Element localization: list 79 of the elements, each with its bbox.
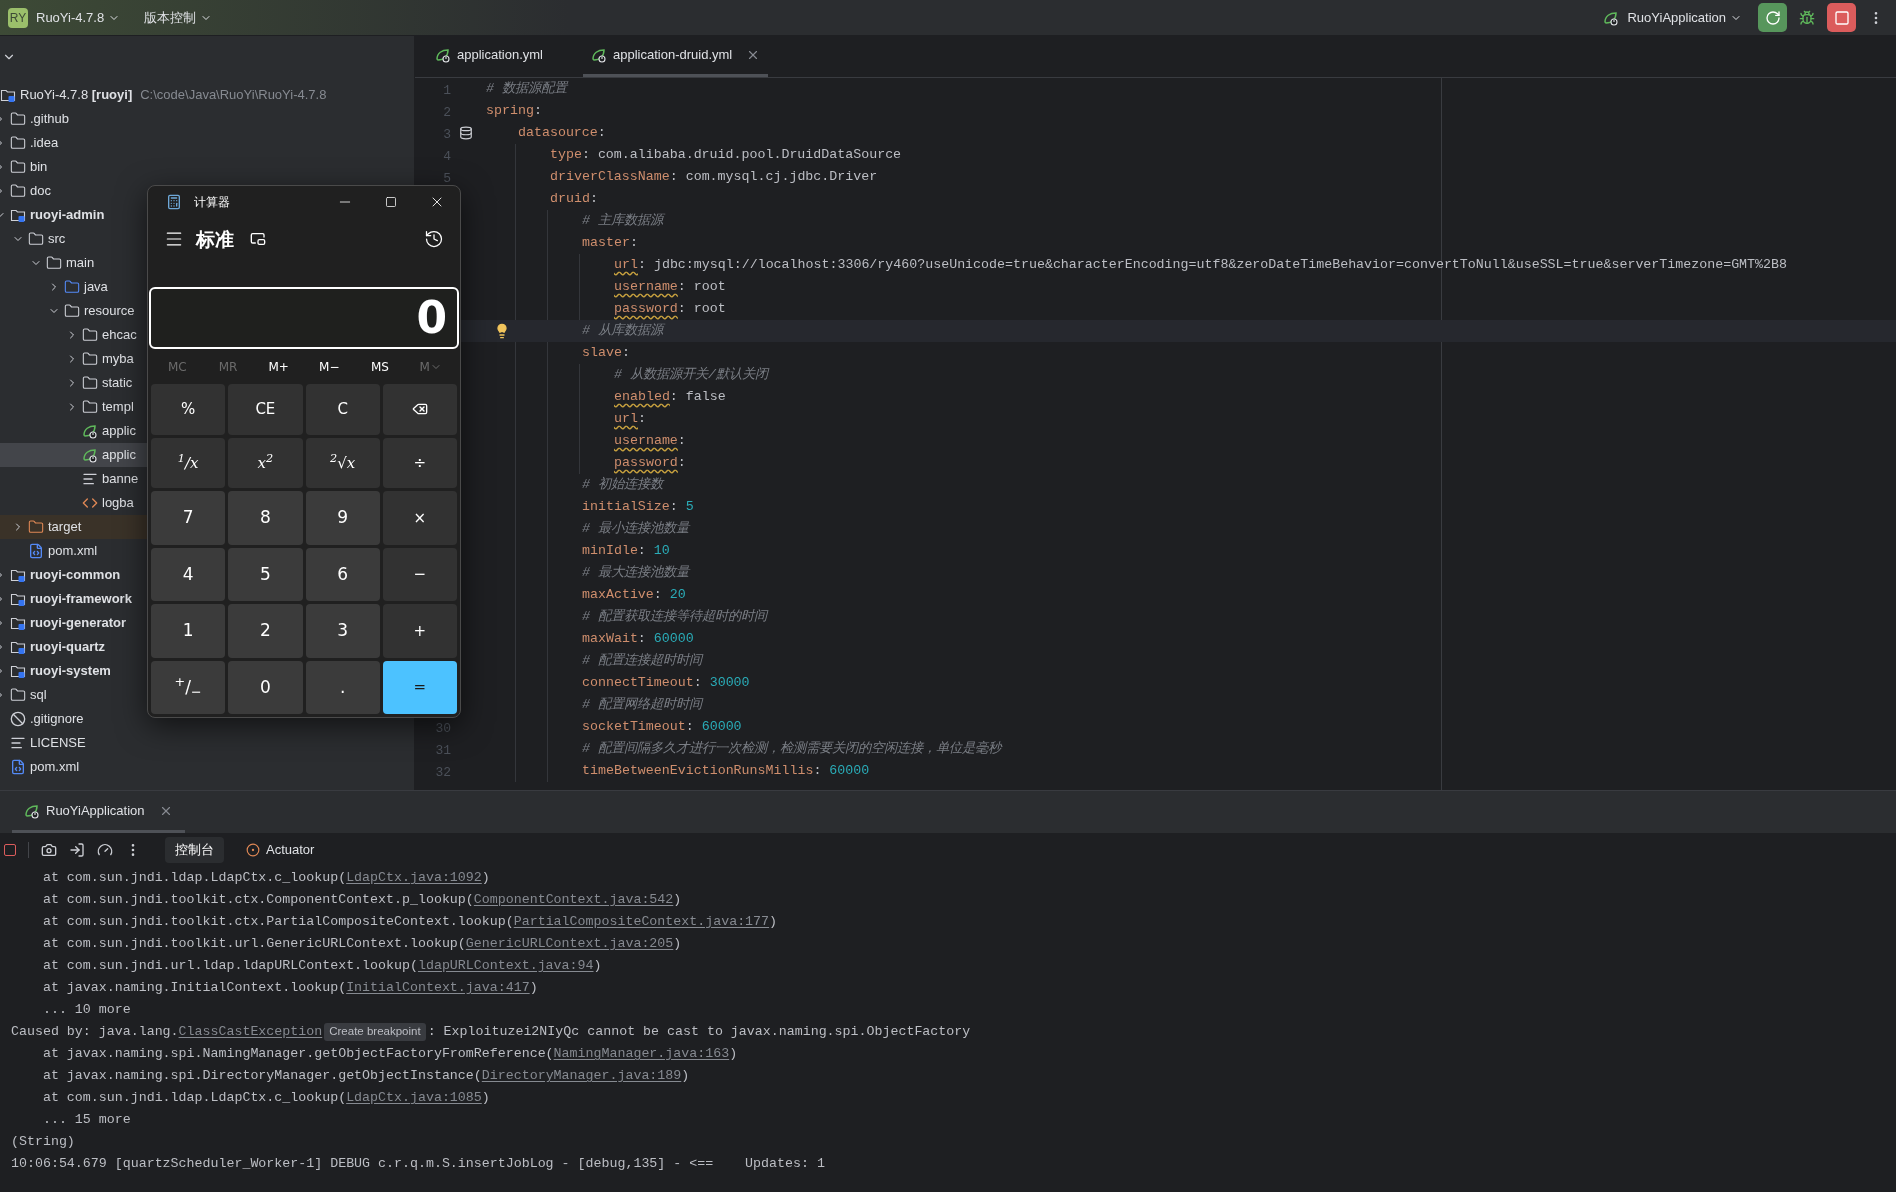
console-line: at com.sun.jndi.url.ldap.ldapURLContext.lookup(ldapURLContext.java:94) xyxy=(41,955,603,977)
code-line: initialSize: 5 xyxy=(582,498,694,517)
display-value: 0 xyxy=(416,296,447,340)
code-line: # 配置间隔多久才进行一次检测，检测需要关闭的空闲连接，单位是毫秒 xyxy=(582,740,1001,759)
code-line: username: root xyxy=(614,278,726,297)
console-line: ... 10 more xyxy=(41,1001,132,1020)
code-line: # 最小连接池数量 xyxy=(582,520,689,539)
tree-item-label: myba xyxy=(102,350,134,369)
tree-item-label: applic xyxy=(102,446,136,465)
tree-item-label: main xyxy=(66,254,95,273)
code-line: # 配置获取连接等待超时的时间 xyxy=(582,608,767,627)
code-line: username: xyxy=(614,432,686,451)
code-line: # 配置网络超时时间 xyxy=(582,696,702,715)
tree-item-label: sql xyxy=(30,686,47,705)
tree-item-label: applic xyxy=(102,422,136,441)
console-line: (String) xyxy=(11,1133,76,1152)
tree-item-label: ruoyi-quartz xyxy=(30,638,106,657)
console-line: at com.sun.jndi.ldap.LdapCtx.c_lookup(LdapCtx.java:1085) xyxy=(41,1087,491,1109)
code-line: socketTimeout: 60000 xyxy=(582,718,742,737)
tree-item-label: banne xyxy=(102,470,139,489)
console-line: ... 15 more xyxy=(41,1111,132,1130)
tree-item-label: ruoyi-generator xyxy=(30,614,127,633)
tree-item-label: resource xyxy=(84,302,135,321)
console-line: at javax.naming.spi.NamingManager.getObjectFactoryFromReference(NamingManager.java:163) xyxy=(41,1043,739,1065)
code-line: connectTimeout: 30000 xyxy=(582,674,750,693)
console-line: at javax.naming.spi.DirectoryManager.getObjectInstance(DirectoryManager.java:189) xyxy=(41,1065,691,1087)
tree-item-label: .idea xyxy=(30,134,59,153)
code-line: druid: xyxy=(550,190,598,209)
code-line: minIdle: 10 xyxy=(582,542,670,561)
project-path: C:\code\Java\RuoYi\RuoYi-4.7.8 xyxy=(140,86,327,105)
tree-item-label: bin xyxy=(30,158,48,177)
tree-item-label: pom.xml xyxy=(30,758,80,777)
tree-item-label: .github xyxy=(30,110,70,129)
code-line: driverClassName: com.mysql.cj.jdbc.Driver xyxy=(550,168,878,187)
code-line: # 配置连接超时时间 xyxy=(582,652,702,671)
tree-item-label: RuoYi-4.7.8 [ruoyi] xyxy=(20,86,133,105)
code-line: timeBetweenEvictionRunsMillis: 60000 xyxy=(582,762,870,781)
tree-item-label: ruoyi-common xyxy=(30,566,121,585)
tree-item-label: target xyxy=(48,518,82,537)
code-line: enabled: false xyxy=(614,388,726,407)
console-line: at javax.naming.InitialContext.lookup(InitialContext.java:417) xyxy=(41,977,539,999)
tree-item-label: ruoyi-system xyxy=(30,662,111,681)
code-line: maxActive: 20 xyxy=(582,586,686,605)
code-line: password: root xyxy=(614,300,726,319)
console-line: Caused by: java.lang.ClassCastException Create breakpoint : Exploituzei2NIyQc cannot be cast to javax.naming.spi.ObjectFactory xyxy=(11,1021,972,1043)
console-line: at com.sun.jndi.toolkit.ctx.PartialCompositeContext.lookup(PartialCompositeContext.java:177) xyxy=(41,911,779,933)
code-line: # 主库数据源 xyxy=(582,212,663,231)
tree-item-label: pom.xml xyxy=(48,542,98,561)
console-line: 10:06:54.679 [quartzScheduler_Worker-1] DEBUG c.r.q.m.S.insertJobLog - [debug,135] - <== Updates: 1 xyxy=(11,1155,826,1174)
code-line: # 从库数据源 xyxy=(582,322,663,341)
tree-item-label: .gitignore xyxy=(30,710,84,729)
code-line: # 初始连接数 xyxy=(582,476,663,495)
code-line: datasource: xyxy=(518,124,606,143)
code-line: maxWait: 60000 xyxy=(582,630,694,649)
tree-item-label: src xyxy=(48,230,66,249)
code-line: # 从数据源开关/默认关闭 xyxy=(614,366,768,385)
code-line: url: xyxy=(614,410,646,429)
tree-item-label: logba xyxy=(102,494,134,513)
code-line: slave: xyxy=(582,344,630,363)
console-line: at com.sun.jndi.ldap.LdapCtx.c_lookup(LdapCtx.java:1092) xyxy=(41,867,491,889)
console-line: at com.sun.jndi.toolkit.ctx.ComponentContext.p_lookup(ComponentContext.java:542) xyxy=(41,889,683,911)
tree-item-label: java xyxy=(84,278,108,297)
code-line: url: jdbc:mysql://localhost:3306/ry460?useUnicode=true&characterEncoding=utf8&zeroDateTimeBehavior=convertToNull&useSSL=true&serverTimezone=GMT%2B8 xyxy=(614,256,1787,275)
code-line: password: xyxy=(614,454,686,473)
tree-item-label: ruoyi-admin xyxy=(30,206,105,225)
console-line: at com.sun.jndi.toolkit.url.GenericURLContext.lookup(GenericURLContext.java:205) xyxy=(41,933,683,955)
tree-item-label: doc xyxy=(30,182,51,201)
code-line: master: xyxy=(582,234,638,253)
code-line: type: com.alibaba.druid.pool.DruidDataSource xyxy=(550,146,902,165)
code-line: # 最大连接池数量 xyxy=(582,564,689,583)
tree-item-label: ruoyi-framework xyxy=(30,590,132,609)
tree-item-label: templ xyxy=(102,398,134,417)
tree-item-label: LICENSE xyxy=(30,734,86,753)
tree-item-label: ehcac xyxy=(102,326,137,345)
code-line: spring: xyxy=(486,102,542,121)
window-title: 计算器 xyxy=(194,194,230,211)
calculator-mode: 标准 xyxy=(196,226,234,252)
code-line: # 数据源配置 xyxy=(486,80,567,99)
tree-item-label: static xyxy=(102,374,133,393)
